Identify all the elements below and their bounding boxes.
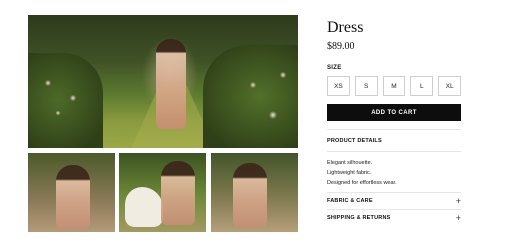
- plus-icon[interactable]: +: [456, 196, 461, 206]
- product-price: $89.00: [327, 41, 355, 52]
- size-option-s[interactable]: S: [354, 76, 378, 96]
- product-title: Dress: [327, 19, 364, 36]
- accordion-shipping-returns[interactable]: SHIPPING & RETURNS +: [327, 209, 461, 226]
- accordion-label: SHIPPING & RETURNS: [327, 215, 391, 221]
- thumbnail-strip: [28, 153, 298, 232]
- thumbnail-image-3[interactable]: [211, 153, 298, 232]
- model-figure: [56, 165, 90, 229]
- plus-icon[interactable]: +: [456, 213, 461, 223]
- size-option-l[interactable]: L: [410, 76, 434, 96]
- details-line: Elegant silhouette.: [327, 160, 373, 166]
- size-option-xs[interactable]: XS: [327, 76, 350, 96]
- accordion-fabric-care[interactable]: FABRIC & CARE +: [327, 192, 461, 209]
- details-line: Lightweight fabric.: [327, 170, 372, 176]
- product-details-heading: PRODUCT DETAILS: [327, 129, 461, 152]
- model-figure: [156, 39, 186, 129]
- rose-bushes-right: [203, 45, 298, 148]
- add-to-cart-button[interactable]: ADD TO CART: [327, 104, 461, 121]
- details-line: Designed for effortless wear.: [327, 180, 397, 186]
- rose-bushes-left: [28, 53, 103, 148]
- thumbnail-image-2[interactable]: [119, 153, 206, 232]
- size-option-xl[interactable]: XL: [438, 76, 461, 96]
- size-option-m[interactable]: M: [382, 76, 406, 96]
- main-product-image[interactable]: [28, 15, 298, 148]
- product-details-text: Elegant silhouette. Lightweight fabric. …: [327, 158, 461, 188]
- size-selector: XS S M L XL: [327, 76, 461, 96]
- accordion-label: FABRIC & CARE: [327, 198, 373, 204]
- size-label: SIZE: [327, 65, 342, 71]
- model-figure: [233, 163, 267, 227]
- thumbnail-image-1[interactable]: [28, 153, 115, 232]
- model-figure: [161, 161, 195, 225]
- dog-figure: [125, 187, 163, 227]
- product-info-panel: Dress $89.00 SIZE XS S M L XL ADD TO CAR…: [327, 18, 461, 226]
